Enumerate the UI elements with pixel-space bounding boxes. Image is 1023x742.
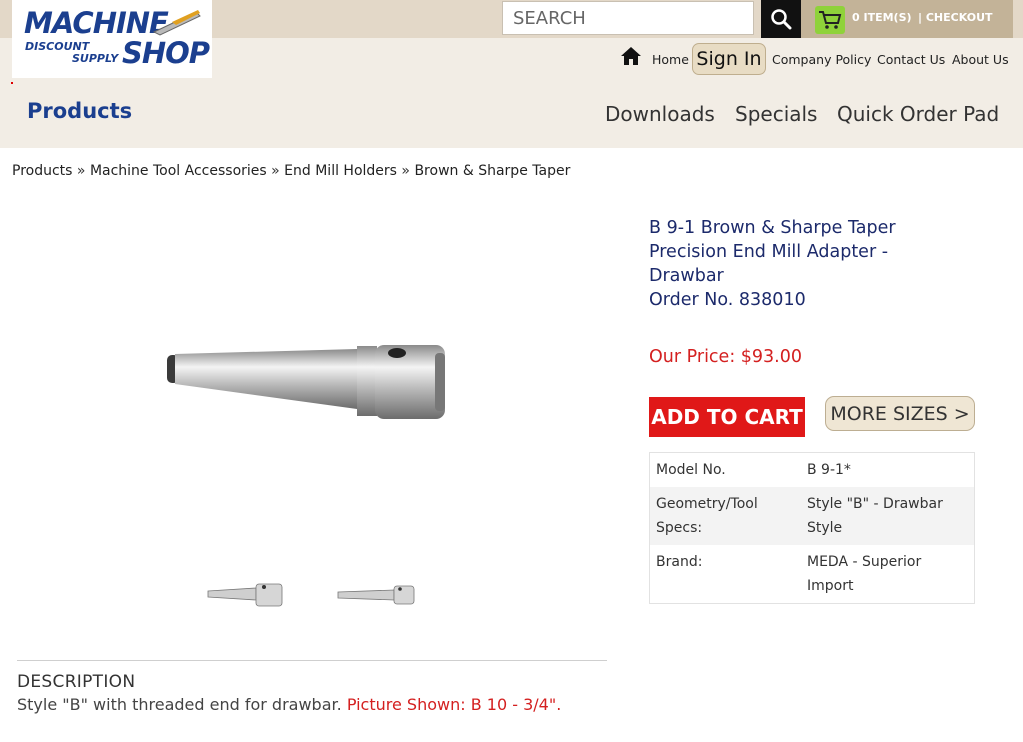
logo-text-supply: SUPPLY [72, 52, 119, 65]
breadcrumb-machine-tool-accessories[interactable]: Machine Tool Accessories [90, 163, 267, 179]
description-divider [17, 660, 607, 661]
more-sizes-button[interactable]: MORE SIZES > [825, 396, 975, 431]
breadcrumb: Products » Machine Tool Accessories » En… [12, 163, 570, 179]
product-price: Our Price: $93.00 [649, 347, 803, 367]
spec-value: Style "B" - Drawbar Style [807, 496, 943, 536]
breadcrumb-end-mill-holders[interactable]: End Mill Holders [284, 163, 397, 179]
logo-text-shop: SHOP [122, 36, 210, 70]
home-link[interactable]: Home [652, 52, 689, 67]
sign-in-button[interactable]: Sign In [692, 43, 766, 75]
description-picture-note: Picture Shown: B 10 - 3/4". [346, 695, 562, 714]
product-order-number: Order No. 838010 [649, 290, 806, 310]
site-logo[interactable]: MACHINE DISCOUNT SUPPLY SHOP [12, 0, 212, 78]
nav-downloads[interactable]: Downloads [605, 102, 715, 126]
checkout-link[interactable]: | CHECKOUT [918, 11, 993, 24]
company-policy-link[interactable]: Company Policy [772, 52, 871, 67]
description-heading: DESCRIPTION [17, 672, 136, 692]
product-specs-table: Model No. B 9-1* Geometry/Tool Specs: St… [649, 452, 975, 604]
product-title-line: Precision End Mill Adapter - [649, 242, 889, 262]
nav-quick-order-pad[interactable]: Quick Order Pad [837, 102, 999, 126]
breadcrumb-separator: » [76, 163, 86, 179]
breadcrumb-products[interactable]: Products [12, 163, 72, 179]
description-body: Style "B" with threaded end for drawbar. [17, 695, 342, 714]
breadcrumb-separator: » [271, 163, 280, 179]
product-title-line: B 9-1 Brown & Sharpe Taper [649, 218, 896, 238]
product-thumbnail-1[interactable] [206, 583, 286, 607]
search-input[interactable] [502, 1, 754, 35]
product-main-image[interactable] [165, 343, 450, 423]
breadcrumb-separator: » [401, 163, 410, 179]
cart-glyph [819, 11, 842, 29]
nav-products[interactable]: Products [27, 99, 132, 123]
nav-specials[interactable]: Specials [735, 102, 817, 126]
product-title: B 9-1 Brown & Sharpe Taper Precision End… [649, 216, 949, 312]
spec-row: Geometry/Tool Specs: Style "B" - Drawbar… [650, 487, 974, 545]
logo-tool-graphic [152, 10, 201, 36]
breadcrumb-brown-sharpe-taper[interactable]: Brown & Sharpe Taper [414, 163, 570, 179]
add-to-cart-button[interactable]: ADD TO CART [649, 397, 805, 437]
contact-us-link[interactable]: Contact Us [877, 52, 945, 67]
spec-row: Brand: MEDA - Superior Import [650, 545, 974, 603]
description-text: Style "B" with threaded end for drawbar.… [17, 695, 561, 714]
cart-icon[interactable] [815, 6, 845, 34]
home-icon[interactable] [620, 46, 642, 66]
spec-value: MEDA - Superior Import [807, 554, 922, 594]
product-thumbnail-2[interactable] [336, 584, 418, 606]
search-icon [771, 9, 792, 30]
spec-value: B 9-1* [807, 462, 851, 478]
product-title-line: Drawbar [649, 266, 724, 286]
search-button[interactable] [761, 0, 801, 38]
decorative-dot [11, 82, 13, 84]
cart-item-count[interactable]: 0 ITEM(S) [852, 11, 912, 24]
spec-row: Model No. B 9-1* [650, 453, 974, 487]
spec-key: Model No. [656, 462, 726, 478]
logo-text-machine: MACHINE [24, 6, 169, 40]
about-us-link[interactable]: About Us [952, 52, 1009, 67]
spec-key: Geometry/Tool Specs: [656, 496, 758, 536]
spec-key: Brand: [656, 554, 703, 570]
